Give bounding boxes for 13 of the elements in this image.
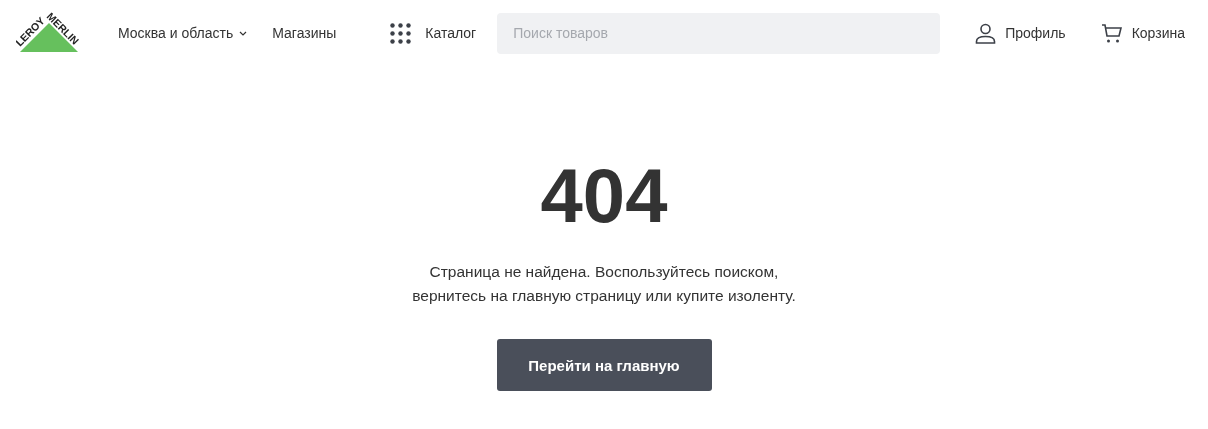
chevron-down-icon: [239, 30, 248, 36]
region-selector[interactable]: Москва и область: [118, 25, 248, 41]
search-field[interactable]: Поиск товаров: [497, 12, 941, 54]
error-code: 404: [540, 154, 668, 238]
profile-link[interactable]: Профиль: [975, 22, 1066, 44]
cart-icon: [1100, 22, 1122, 44]
catalog-button[interactable]: Каталог: [390, 22, 477, 44]
grid-dots-icon: [390, 22, 412, 44]
person-icon: [975, 22, 997, 44]
cart-link[interactable]: Корзина: [1100, 22, 1185, 44]
stores-link[interactable]: Магазины: [272, 25, 337, 41]
home-button[interactable]: Перейти на главную: [496, 339, 712, 391]
error-message: Страница не найдена. Воспользуйтесь поиском, вернитесь на главную страницу или купите изоленту.: [412, 262, 796, 306]
